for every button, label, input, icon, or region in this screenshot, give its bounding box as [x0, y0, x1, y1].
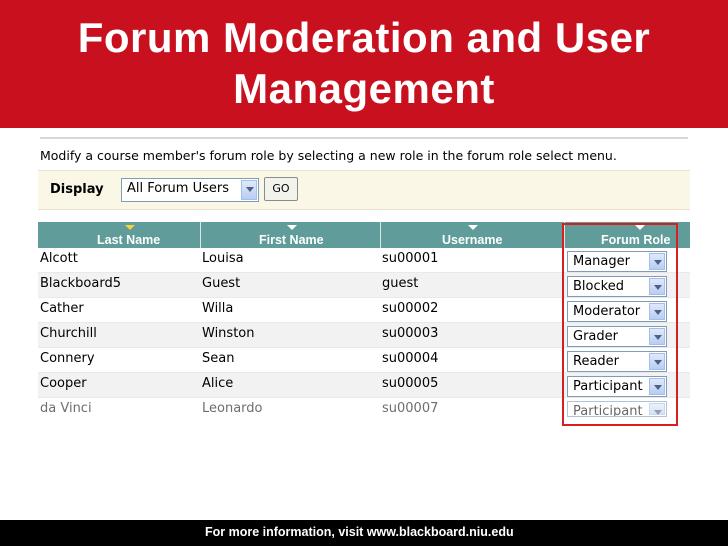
- display-select-value: All Forum Users: [127, 181, 230, 196]
- cell-first-name: Louisa: [202, 251, 244, 266]
- chevron-down-icon[interactable]: [241, 180, 257, 200]
- cell-username: su00003: [382, 326, 439, 341]
- display-select[interactable]: All Forum Users: [121, 178, 259, 202]
- footer-text: For more information, visit www.blackboa…: [205, 525, 514, 539]
- divider: [40, 137, 688, 139]
- cell-username: su00002: [382, 301, 439, 316]
- footer-bar: For more information, visit www.blackboa…: [0, 520, 728, 546]
- cell-username: su00001: [382, 251, 439, 266]
- cell-last-name: Alcott: [40, 251, 78, 266]
- sort-triangle-icon: [125, 225, 135, 230]
- cell-first-name: Willa: [202, 301, 234, 316]
- cell-last-name: da Vinci: [40, 401, 92, 416]
- cell-first-name: Winston: [202, 326, 255, 341]
- go-button[interactable]: GO: [264, 177, 298, 201]
- display-label: Display: [50, 182, 104, 197]
- cell-username: guest: [382, 276, 419, 291]
- cell-username: su00005: [382, 376, 439, 391]
- cell-last-name: Connery: [40, 351, 95, 366]
- column-header-first-name[interactable]: First Name: [200, 222, 380, 248]
- cell-last-name: Cooper: [40, 376, 87, 391]
- display-filter-panel: Display All Forum Users GO: [38, 170, 690, 210]
- slide-title-line2: Management: [233, 65, 495, 112]
- cell-last-name: Cather: [40, 301, 84, 316]
- cell-first-name: Guest: [202, 276, 241, 291]
- cell-first-name: Sean: [202, 351, 235, 366]
- cell-last-name: Churchill: [40, 326, 97, 341]
- cell-username: su00004: [382, 351, 439, 366]
- slide-title: Forum Moderation and User Management: [0, 12, 728, 114]
- title-banner: Forum Moderation and User Management: [0, 0, 728, 128]
- cell-first-name: Leonardo: [202, 401, 263, 416]
- cell-first-name: Alice: [202, 376, 234, 391]
- instructions-text: Modify a course member's forum role by s…: [40, 148, 617, 163]
- cell-username: su00007: [382, 401, 439, 416]
- slide-title-line1: Forum Moderation and User: [77, 14, 651, 61]
- sort-triangle-icon: [468, 225, 478, 230]
- sort-triangle-icon: [287, 225, 297, 230]
- column-header-username[interactable]: Username: [380, 222, 564, 248]
- column-header-last-name[interactable]: Last Name: [38, 222, 200, 248]
- cell-last-name: Blackboard5: [40, 276, 121, 291]
- forum-role-highlight-box: [562, 223, 678, 426]
